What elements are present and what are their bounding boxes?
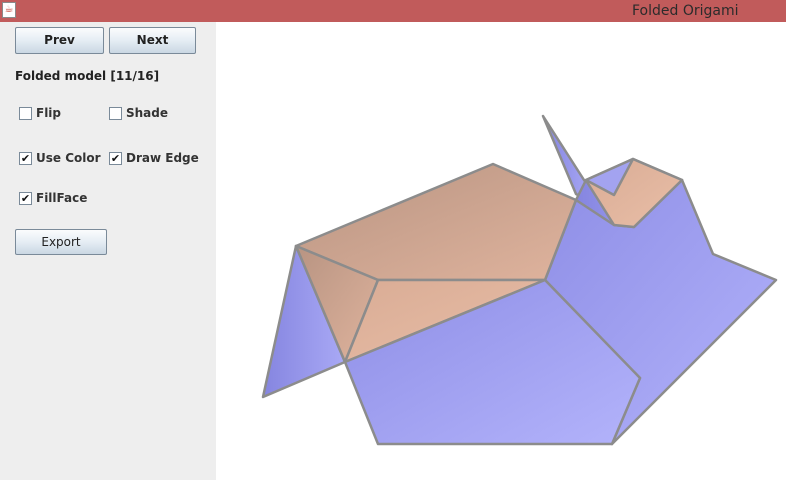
flip-checkbox[interactable]: Flip <box>19 105 61 121</box>
flip-checkbox-box[interactable] <box>19 106 32 120</box>
use-color-checkbox-box[interactable]: ✔ <box>19 151 32 165</box>
draw-edge-label: Draw Edge <box>126 151 199 165</box>
model-status-label: Folded model [11/16] <box>15 69 160 83</box>
title-bar: ☕ Folded Origami <box>0 0 786 22</box>
fill-face-checkbox-box[interactable]: ✔ <box>19 191 32 205</box>
shade-checkbox-box[interactable] <box>109 106 122 120</box>
control-panel: Prev Next Folded model [11/16] Flip Shad… <box>0 22 216 480</box>
window-title: Folded Origami <box>632 3 739 19</box>
export-button[interactable]: Export <box>15 229 107 255</box>
use-color-label: Use Color <box>36 151 101 165</box>
java-app-icon[interactable]: ☕ <box>2 2 16 18</box>
flip-label: Flip <box>36 106 62 120</box>
shade-checkbox[interactable]: Shade <box>109 105 168 121</box>
origami-model-svg[interactable] <box>216 22 786 480</box>
fill-face-checkbox[interactable]: ✔ FillFace <box>19 190 87 206</box>
shade-label: Shade <box>126 106 169 120</box>
fill-face-label: FillFace <box>36 191 88 205</box>
origami-3d-canvas[interactable] <box>216 22 786 480</box>
next-button[interactable]: Next <box>109 27 196 54</box>
draw-edge-checkbox[interactable]: ✔ Draw Edge <box>109 150 199 166</box>
prev-button[interactable]: Prev <box>15 27 104 54</box>
use-color-checkbox[interactable]: ✔ Use Color <box>19 150 101 166</box>
draw-edge-checkbox-box[interactable]: ✔ <box>109 151 122 165</box>
